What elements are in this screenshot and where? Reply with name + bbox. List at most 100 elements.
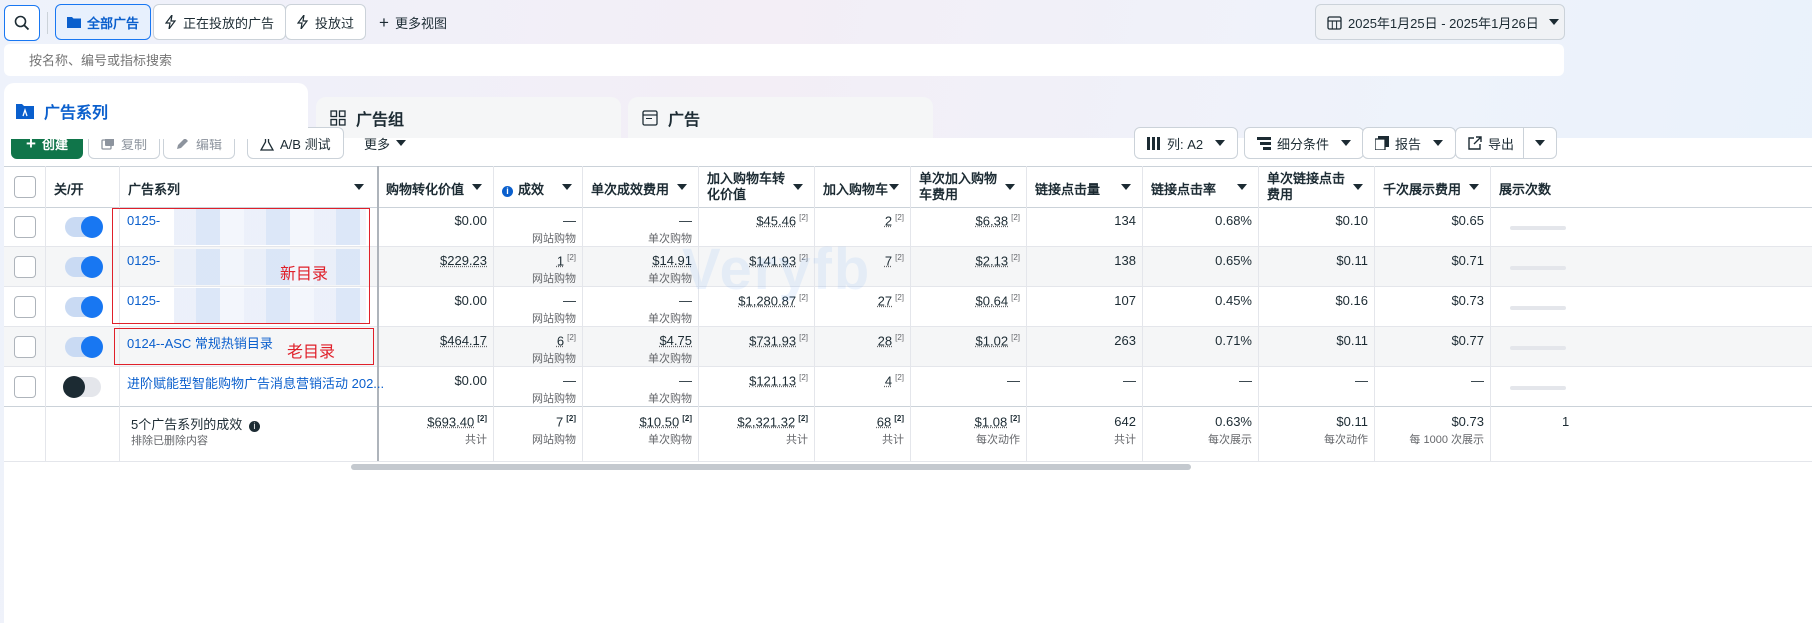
total-results: 7 [2]: [556, 414, 576, 429]
cell-cpr: —: [679, 213, 692, 228]
header-value[interactable]: 购物转化价值: [386, 179, 490, 198]
attribution-marker[interactable]: [2]: [799, 333, 808, 342]
attribution-marker[interactable]: [2]: [567, 333, 576, 342]
header-cost-atc-label: 单次加入购物车费用: [919, 171, 998, 202]
total-sublabel: 网站购物: [532, 434, 576, 446]
cell-cpr: $4.75: [659, 333, 692, 348]
date-range-picker[interactable]: 2025年1月25日 - 2025年1月26日: [1315, 4, 1565, 40]
all-ads-button[interactable]: 全部广告: [55, 4, 152, 40]
cell-clicks: 107: [1114, 293, 1136, 308]
more-views-button[interactable]: + 更多视图: [368, 4, 458, 40]
attribution-marker[interactable]: [2]: [1011, 293, 1020, 302]
cell-cost-atc: $2.13 [2]: [976, 253, 1020, 268]
row-checkbox[interactable]: [14, 376, 36, 398]
header-cpc[interactable]: 单次链接点击费用: [1267, 171, 1371, 203]
header-atc[interactable]: 加入购物车: [823, 179, 907, 198]
header-cpm-label: 千次展示费用: [1383, 182, 1462, 197]
active-ads-button[interactable]: 正在投放的广告: [153, 4, 287, 40]
attribution-marker[interactable]: [2]: [895, 373, 904, 382]
cell-value: 27: [877, 293, 893, 309]
col-divider: [1490, 166, 1491, 461]
attribution-marker[interactable]: [2]: [1011, 333, 1020, 342]
total-sublabel: 每次展示: [1208, 434, 1252, 446]
cell-value: $0.00: [454, 293, 487, 308]
header-ctr[interactable]: 链接点击率: [1151, 179, 1255, 198]
row-checkbox[interactable]: [14, 256, 36, 278]
attribution-marker[interactable]: [2]: [567, 253, 576, 262]
cell-value: 134: [1114, 213, 1136, 228]
campaign-toggle[interactable]: [65, 216, 103, 238]
header-campaign[interactable]: 广告系列: [128, 179, 372, 198]
header-ctr-label: 链接点击率: [1151, 182, 1217, 197]
header-atc-value[interactable]: 加入购物车转化价值: [707, 171, 811, 203]
campaign-toggle[interactable]: [65, 296, 103, 318]
campaign-toggle[interactable]: [65, 256, 103, 278]
cell-value: 2: [884, 213, 893, 229]
breakdown-button[interactable]: 细分条件: [1244, 127, 1365, 159]
tab-campaigns[interactable]: 广告系列: [4, 83, 308, 139]
header-impressions[interactable]: 展示次数: [1499, 179, 1551, 198]
campaign-name-link[interactable]: 进阶赋能型智能购物广告消息营销活动 202...: [127, 373, 384, 392]
header-campaign-label: 广告系列: [128, 182, 181, 197]
header-cpr[interactable]: 单次成效费用: [591, 179, 695, 198]
row-checkbox[interactable]: [14, 296, 36, 318]
cell-value: $2.13: [975, 253, 1009, 269]
attribution-marker[interactable]: [2]: [477, 414, 487, 423]
total-value: $0.73: [1451, 414, 1484, 429]
reports-label: 报告: [1395, 136, 1422, 152]
header-cost-atc[interactable]: 单次加入购物车费用: [919, 171, 1023, 203]
tab-ads[interactable]: 广告: [628, 97, 933, 139]
search-input[interactable]: [4, 44, 1564, 76]
header-results[interactable]: i 成效: [502, 179, 580, 198]
campaign-toggle[interactable]: [65, 336, 103, 358]
sort-caret-icon: [1469, 184, 1479, 190]
columns-button[interactable]: 列: A2: [1134, 127, 1239, 159]
cell-value: —: [679, 373, 692, 388]
table-top-border: [4, 166, 1812, 167]
search-button[interactable]: [4, 5, 40, 41]
cell-value: —: [1239, 373, 1252, 388]
cell-value: —: [563, 293, 576, 308]
cell-cpc: —: [1355, 373, 1368, 388]
row-checkbox[interactable]: [14, 336, 36, 358]
more-button[interactable]: 更多: [352, 127, 418, 159]
select-all-checkbox[interactable]: [14, 176, 36, 198]
reports-button[interactable]: 报告: [1362, 127, 1457, 159]
sort-caret-icon: [1121, 184, 1131, 190]
attribution-marker[interactable]: [2]: [895, 333, 904, 342]
export-dropdown-button[interactable]: [1523, 127, 1557, 159]
attribution-marker[interactable]: [2]: [799, 373, 808, 382]
sort-caret-icon: [562, 184, 572, 190]
row-checkbox[interactable]: [14, 216, 36, 238]
header-link-clicks[interactable]: 链接点击量: [1035, 179, 1139, 198]
horizontal-scrollbar[interactable]: [351, 464, 1191, 470]
attribution-marker[interactable]: [2]: [1010, 414, 1020, 423]
impressions-blurred: [1510, 306, 1566, 310]
header-cpr-label: 单次成效费用: [591, 182, 670, 197]
header-cpm[interactable]: 千次展示费用: [1383, 179, 1487, 198]
attribution-marker[interactable]: [2]: [798, 414, 808, 423]
cell-cost-atc: $0.64 [2]: [976, 293, 1020, 308]
attribution-marker[interactable]: [2]: [894, 414, 904, 423]
attribution-marker[interactable]: [2]: [895, 293, 904, 302]
tab-ads-label: 广告: [668, 112, 701, 129]
attribution-marker[interactable]: [2]: [895, 253, 904, 262]
campaign-toggle[interactable]: [63, 376, 101, 398]
cell-cpm: —: [1471, 373, 1484, 388]
total-sublabel: 共计: [882, 434, 904, 446]
totals-label-text: 5个广告系列的成效: [131, 417, 243, 432]
attribution-marker[interactable]: [2]: [895, 213, 904, 222]
attribution-marker[interactable]: [2]: [1011, 253, 1020, 262]
col-divider: [910, 166, 911, 461]
total-ctr: 0.63%: [1215, 414, 1252, 429]
attribution-marker[interactable]: [2]: [682, 414, 692, 423]
attribution-marker[interactable]: [2]: [566, 414, 576, 423]
delivered-button[interactable]: 投放过: [285, 4, 367, 40]
sort-caret-icon: [889, 184, 899, 190]
impressions-blurred: [1510, 226, 1566, 230]
attribution-marker[interactable]: [2]: [1011, 213, 1020, 222]
attribution-marker[interactable]: [2]: [799, 213, 808, 222]
total-cpm: $0.73: [1451, 414, 1484, 429]
export-button[interactable]: 导出: [1455, 127, 1528, 159]
delivered-label: 投放过: [315, 15, 355, 31]
